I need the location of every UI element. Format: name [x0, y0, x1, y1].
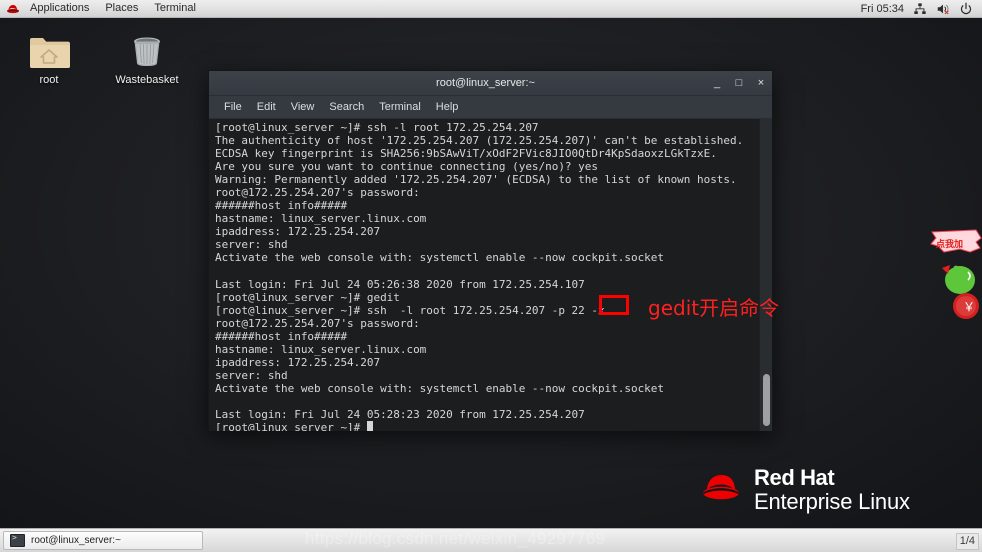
watermark: https://blog.csdn.net/weixin_49297769	[305, 529, 606, 548]
menu-terminal[interactable]: Terminal	[372, 98, 428, 117]
menu-applications[interactable]: Applications	[22, 0, 97, 17]
close-button[interactable]: ×	[750, 72, 772, 94]
terminal-titlebar[interactable]: root@linux_server:~ _ □ ×	[209, 71, 772, 96]
taskbar-window-label: root@linux_server:~	[31, 535, 121, 546]
terminal-line: ######host info#####	[215, 199, 348, 213]
maximize-button[interactable]: □	[728, 72, 750, 94]
terminal-line: root@172.25.254.207's password:	[215, 186, 420, 200]
power-icon[interactable]	[959, 2, 973, 16]
terminal-cursor	[366, 421, 373, 431]
desktop-icon-label: Wastebasket	[115, 74, 179, 86]
terminal-line: ipaddress: 172.25.254.207	[215, 355, 381, 369]
desktop-icon-label: root	[39, 74, 59, 86]
rhel-branding: Red Hat Enterprise Linux	[700, 466, 910, 514]
terminal-line: Activate the web console with: systemctl…	[215, 381, 664, 395]
terminal-scrollbar[interactable]	[759, 119, 772, 431]
terminal-line: [root@linux_server ~]# ssh -l root 172.2…	[215, 121, 539, 134]
redhat-fedora-icon	[700, 471, 744, 508]
menu-view[interactable]: View	[284, 98, 322, 117]
terminal-icon	[10, 533, 25, 547]
scrollbar-thumb[interactable]	[763, 374, 770, 426]
terminal-line: Last login: Fri Jul 24 05:28:23 2020 fro…	[215, 408, 585, 422]
desktop-icon-wastebasket[interactable]: Wastebasket	[104, 26, 190, 87]
terminal-menubar: File Edit View Search Terminal Help	[209, 96, 772, 119]
terminal-line: hastname: linux_server.linux.com	[215, 212, 427, 226]
top-panel: Applications Places Terminal Fri 05:34	[0, 0, 982, 18]
sticker-bubble-text: 点我加	[936, 239, 964, 249]
terminal-line: The authenticity of host '172.25.254.207…	[215, 134, 744, 148]
terminal-line: server: shd	[215, 368, 288, 382]
terminal-window-title: root@linux_server:~	[436, 77, 535, 89]
terminal-line: Warning: Permanently added '172.25.254.2…	[215, 173, 737, 187]
redhat-logo-icon[interactable]	[4, 4, 22, 14]
annotation-label: gedit开启命令	[648, 296, 780, 320]
system-tray: Fri 05:34	[861, 2, 982, 16]
terminal-line: Are you sure you want to continue connec…	[215, 160, 598, 174]
clock[interactable]: Fri 05:34	[861, 3, 904, 15]
annotation-highlight-box	[599, 295, 629, 315]
terminal-line: [root@linux_server ~]#	[215, 421, 750, 431]
menu-places[interactable]: Places	[97, 0, 146, 17]
network-icon[interactable]	[913, 2, 927, 16]
page-indicator: 1/4	[955, 533, 979, 550]
terminal-window: root@linux_server:~ _ □ × File Edit View…	[208, 70, 773, 431]
rhel-brand-line2: Enterprise Linux	[754, 488, 910, 514]
home-folder-icon	[6, 26, 92, 70]
menu-edit[interactable]: Edit	[250, 98, 283, 117]
svg-text:￥: ￥	[963, 300, 975, 314]
volume-muted-icon[interactable]	[936, 2, 950, 16]
terminal-line: server: shd	[215, 238, 288, 252]
menu-file[interactable]: File	[217, 98, 249, 117]
terminal-line: Activate the web console with: systemctl…	[215, 251, 664, 265]
menu-search[interactable]: Search	[322, 98, 371, 117]
rhel-brand-line1: Red Hat	[754, 465, 835, 490]
trash-bin-icon	[104, 26, 190, 70]
terminal-line: hastname: linux_server.linux.com	[215, 342, 427, 356]
terminal-line: ######host info#####	[215, 329, 348, 343]
desktop-icon-root[interactable]: root	[6, 26, 92, 87]
menu-terminal[interactable]: Terminal	[146, 0, 204, 17]
minimize-button[interactable]: _	[706, 72, 728, 94]
menu-help[interactable]: Help	[429, 98, 466, 117]
terminal-line: Last login: Fri Jul 24 05:26:38 2020 fro…	[215, 277, 585, 291]
terminal-line: ipaddress: 172.25.254.207	[215, 225, 381, 239]
terminal-line: ECDSA key fingerprint is SHA256:9bSAwViT…	[215, 147, 717, 161]
taskbar-window-button[interactable]: root@linux_server:~	[3, 531, 203, 550]
desktop-screen: Applications Places Terminal Fri 05:34 r…	[0, 0, 982, 552]
promo-mascot-icon[interactable]: ￥ 点我加	[930, 228, 982, 328]
terminal-text: [root@linux_server ~]# ssh -l root 172.2…	[215, 121, 750, 431]
terminal-output-area[interactable]: [root@linux_server ~]# ssh -l root 172.2…	[209, 119, 772, 431]
